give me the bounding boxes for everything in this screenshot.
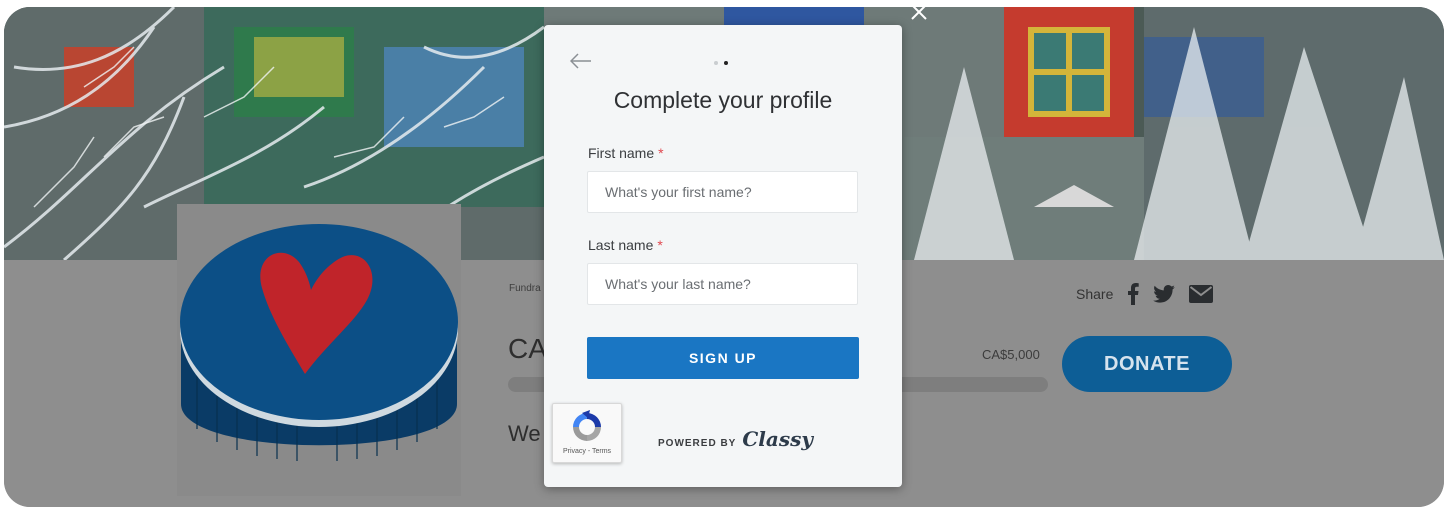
share-bar: Share: [1076, 283, 1214, 305]
classy-logo: Classy: [742, 427, 813, 451]
goal-amount: CA$5,000: [982, 347, 1040, 362]
facebook-icon[interactable]: [1127, 283, 1140, 305]
last-name-label-text: Last name: [588, 237, 654, 253]
last-name-label: Last name *: [588, 237, 663, 253]
donate-button[interactable]: DONATE: [1062, 336, 1232, 392]
hockey-puck-heart-logo: [180, 224, 458, 461]
required-mark: *: [658, 145, 664, 161]
powered-by-classy[interactable]: POWERED BY Classy: [658, 427, 813, 451]
page-frame: Fundra CA CA$5,000 DONATE We Share Compl…: [4, 7, 1444, 507]
breadcrumb[interactable]: Fundra: [509, 283, 541, 294]
share-label: Share: [1076, 286, 1114, 302]
recaptcha-icon: [573, 410, 601, 441]
page-title: CA: [508, 333, 547, 364]
step-dot-2: [724, 61, 728, 65]
last-name-input[interactable]: [587, 263, 858, 305]
powered-by-label: POWERED BY: [658, 438, 737, 449]
first-name-label-text: First name: [588, 145, 655, 161]
modal-title: Complete your profile: [613, 87, 833, 113]
page-description: We: [508, 421, 541, 446]
first-name-label: First name *: [588, 145, 664, 161]
back-arrow-icon[interactable]: [570, 53, 592, 69]
fundraiser-logo: [177, 204, 461, 496]
recaptcha-badge[interactable]: Privacy - Terms: [552, 403, 622, 463]
step-indicator: [714, 61, 728, 65]
step-dot-1: [714, 61, 718, 65]
sign-up-button[interactable]: SIGN UP: [587, 337, 859, 379]
first-name-input[interactable]: [587, 171, 858, 213]
twitter-icon[interactable]: [1153, 285, 1176, 303]
close-icon[interactable]: [908, 7, 930, 23]
recaptcha-privacy-terms[interactable]: Privacy - Terms: [553, 448, 621, 455]
email-icon[interactable]: [1189, 285, 1214, 303]
required-mark: *: [657, 237, 663, 253]
